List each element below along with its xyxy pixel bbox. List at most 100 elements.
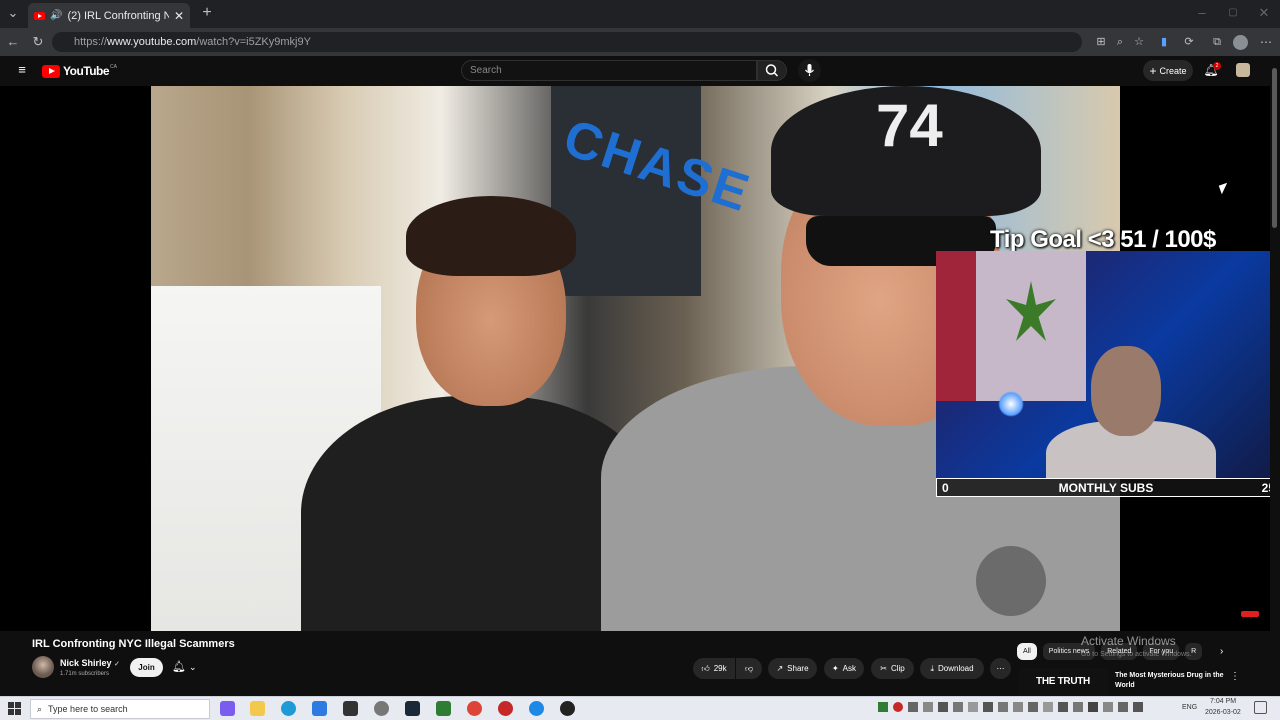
tray-app-icon[interactable] (1073, 702, 1083, 712)
youtube-play-icon (42, 64, 60, 78)
back-icon[interactable]: ← (4, 28, 22, 56)
thumbs-down-icon: 👎︎ (744, 663, 754, 673)
search-button[interactable] (757, 60, 787, 81)
voice-search-button[interactable] (798, 59, 821, 82)
plus-icon: + (1149, 63, 1157, 78)
tip-goal-overlay: Tip Goal <3 51 / 100$ (990, 226, 1216, 253)
account-avatar[interactable] (1236, 63, 1250, 77)
tray-app-icon[interactable] (1013, 702, 1023, 712)
terminal-icon[interactable] (343, 701, 358, 716)
youtube-header: ≡ YouTube CA Search + Create 🔔︎ 2 (0, 56, 1280, 86)
settings-gear-icon[interactable] (374, 701, 389, 716)
tray-app-icon[interactable] (1088, 702, 1098, 712)
page-scrollbar[interactable] (1270, 56, 1280, 696)
channel-name[interactable]: Nick Shirley ✓ (60, 658, 120, 668)
tray-app-icon[interactable] (983, 702, 993, 712)
maximize-icon[interactable]: ▢ (1224, 0, 1242, 27)
speaker-icon[interactable]: 🔊 (50, 10, 62, 21)
new-tab-icon[interactable]: + (198, 0, 216, 27)
recommended-video-title[interactable]: The Most Mysterious Drug in the World (1115, 671, 1225, 691)
channel-avatar[interactable] (32, 656, 54, 678)
create-label: Create (1159, 65, 1187, 76)
steam-icon[interactable] (405, 701, 420, 716)
close-window-icon[interactable]: ✕ (1255, 0, 1273, 27)
recommended-more-icon[interactable]: ⋮ (1230, 671, 1240, 682)
subscribe-bell-button[interactable]: 🔔︎ ⌄ (168, 658, 208, 677)
sparkle-icon: ✦ (831, 664, 839, 673)
tray-app-icon[interactable] (998, 702, 1008, 712)
video-player[interactable]: CHASE 74 Tip Goal <3 51 / 100$ 0 MONTHLY… (0, 86, 1270, 631)
tray-app-icon[interactable] (1043, 702, 1053, 712)
reload-icon[interactable]: ↻ (29, 28, 47, 56)
notification-center-icon[interactable] (1254, 701, 1267, 714)
edge-icon[interactable] (281, 701, 296, 716)
zoom-icon[interactable]: ⌕ (1111, 28, 1129, 56)
more-menu-icon[interactable]: ⋯ (1257, 28, 1275, 56)
like-button[interactable]: 👍︎ 29k (693, 658, 735, 679)
share-label: Share (787, 664, 809, 673)
browser-tab[interactable]: 🔊 (2) IRL Confronting NYC Illega ✕ (28, 3, 190, 28)
wifi-icon[interactable] (1118, 702, 1128, 712)
tray-app-icon[interactable] (908, 702, 918, 712)
tray-app-icon[interactable] (1103, 702, 1113, 712)
close-tab-icon[interactable]: ✕ (174, 9, 184, 23)
tray-app-icon[interactable] (923, 702, 933, 712)
chrome-icon[interactable] (467, 701, 482, 716)
notifications-bell-icon[interactable]: 🔔︎ (1202, 56, 1220, 84)
favorite-star-icon[interactable]: ☆ (1130, 28, 1148, 56)
app-blue-icon[interactable] (312, 701, 327, 716)
clip-button[interactable]: ✂ Clip (871, 658, 914, 679)
volume-icon[interactable] (1133, 702, 1143, 712)
join-button[interactable]: Join (130, 658, 163, 677)
minimize-icon[interactable]: – (1193, 0, 1211, 27)
recommended-video-thumbnail[interactable]: THE TRUTH (1018, 668, 1108, 696)
tray-app-icon[interactable] (1028, 702, 1038, 712)
extension-icon[interactable]: ▮ (1155, 28, 1173, 56)
more-horizontal-icon: ⋯ (996, 664, 1005, 673)
tray-app-icon[interactable] (1058, 702, 1068, 712)
app-green-icon[interactable] (436, 701, 451, 716)
url-field[interactable]: https://www.youtube.com/watch?v=i5ZKy9mk… (52, 32, 1082, 52)
clock-time[interactable]: 7:04 PM (1210, 698, 1236, 705)
tab-search-icon[interactable]: ⌄ (4, 0, 22, 27)
share-button[interactable]: ↗ Share (768, 658, 817, 679)
app-browser-icon[interactable] (529, 701, 544, 716)
tray-app-icon[interactable] (878, 702, 888, 712)
cap-number: 74 (876, 92, 943, 159)
tray-app-icon[interactable] (953, 702, 963, 712)
search-input[interactable]: Search (461, 60, 757, 81)
lamp-light (998, 391, 1024, 417)
app-icon[interactable]: ⊞ (1092, 28, 1110, 56)
chips-next-icon[interactable]: › (1220, 646, 1223, 657)
ask-button[interactable]: ✦ Ask (824, 658, 864, 679)
copilot-icon[interactable] (220, 701, 235, 716)
tray-app-icon[interactable] (968, 702, 978, 712)
tray-app-icon[interactable] (938, 702, 948, 712)
scrollbar-thumb[interactable] (1272, 68, 1277, 228)
language-indicator[interactable]: ENG (1182, 704, 1197, 711)
ask-label: Ask (842, 664, 857, 673)
url-path: /watch?v=i5ZKy9mkj9Y (196, 36, 311, 48)
profile-avatar[interactable] (1233, 35, 1248, 50)
monthly-subs-bar: 0 MONTHLY SUBS 25 (936, 478, 1270, 497)
tray-app-icon[interactable] (893, 702, 903, 712)
refresh-extension-icon[interactable]: ⟳ (1180, 28, 1198, 56)
dislike-button[interactable]: 👎︎ (736, 658, 762, 679)
subs-bar-min: 0 (942, 480, 949, 495)
create-button[interactable]: + Create (1143, 60, 1193, 81)
app-dark-icon[interactable] (560, 701, 575, 716)
video-title: IRL Confronting NYC Illegal Scammers (32, 638, 235, 650)
subs-bar-max: 25 (1261, 480, 1270, 495)
mouse-cursor-icon (1218, 182, 1231, 195)
app-red-icon[interactable] (498, 701, 513, 716)
youtube-logo[interactable]: YouTube CA (42, 64, 117, 78)
clock-date[interactable]: 2026-03-02 (1205, 709, 1241, 716)
file-explorer-icon[interactable] (250, 701, 265, 716)
download-button[interactable]: ⤓ Download (920, 658, 984, 679)
hamburger-menu-icon[interactable]: ≡ (13, 56, 31, 84)
taskbar-search-placeholder: Type here to search (48, 704, 128, 714)
chip-all[interactable]: All (1017, 643, 1037, 660)
extensions-puzzle-icon[interactable]: ⧉ (1208, 28, 1226, 56)
taskbar-search-input[interactable]: ⌕ Type here to search (30, 699, 210, 719)
more-actions-button[interactable]: ⋯ (990, 658, 1011, 679)
